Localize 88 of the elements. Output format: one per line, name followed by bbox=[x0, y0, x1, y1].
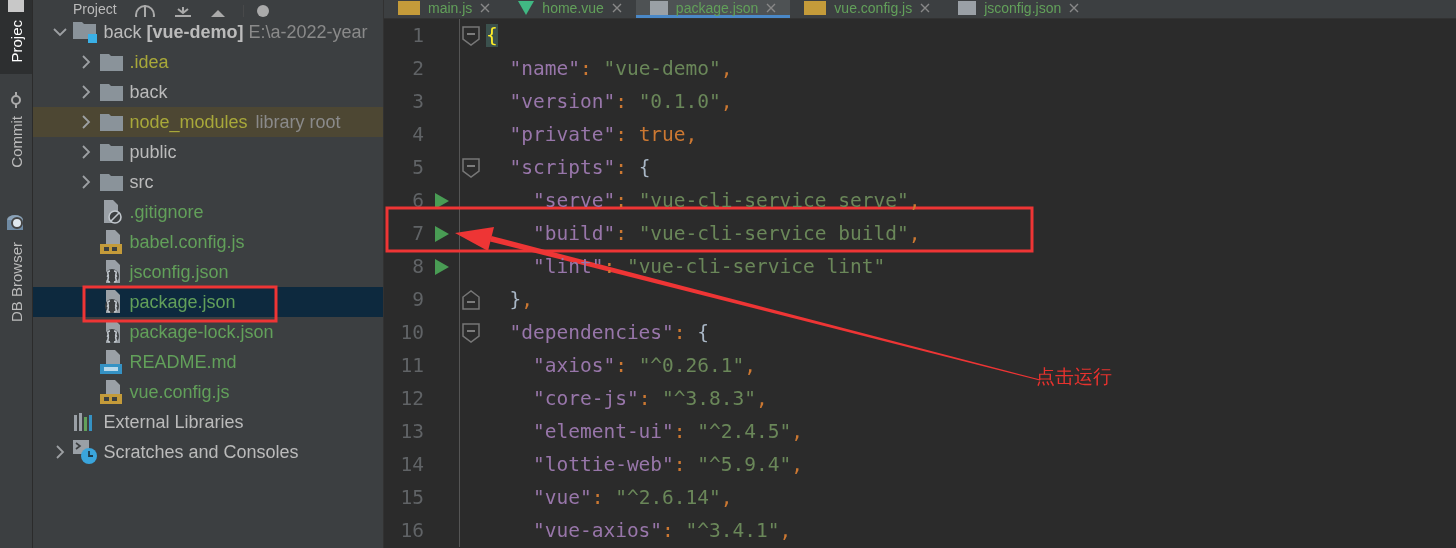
folder-icon bbox=[99, 143, 123, 161]
line-number: 5 bbox=[411, 156, 424, 179]
close-icon[interactable] bbox=[480, 2, 491, 13]
panel-title[interactable]: Project bbox=[73, 1, 117, 17]
editor-tab[interactable]: package.json bbox=[635, 0, 791, 18]
tree-item[interactable]: .gitignore bbox=[33, 197, 383, 227]
chevron-down-icon[interactable] bbox=[53, 27, 68, 37]
editor-tab[interactable]: jsconfig.json bbox=[944, 0, 1094, 18]
line-number: 9 bbox=[411, 288, 424, 311]
line-number: 3 bbox=[411, 90, 424, 113]
fold-icon[interactable] bbox=[462, 289, 480, 310]
collapse-icon[interactable] bbox=[172, 7, 193, 17]
run-icon[interactable] bbox=[435, 258, 449, 275]
run-icon[interactable] bbox=[435, 192, 449, 209]
editor-tab[interactable]: vue.config.js bbox=[790, 0, 945, 18]
editor-tab[interactable]: home.vue bbox=[504, 0, 636, 18]
tool-window-tab[interactable]: Commit bbox=[0, 88, 32, 196]
line-number: 10 bbox=[399, 321, 424, 344]
run-icon[interactable] bbox=[435, 225, 449, 242]
code-line: "axios": "^0.26.1", bbox=[531, 354, 757, 377]
tree-item[interactable]: public bbox=[33, 137, 383, 167]
tool-window-tab[interactable]: DB Browser bbox=[0, 210, 32, 342]
tree-item[interactable]: back bbox=[33, 77, 383, 107]
code-line: "serve": "vue-cli-service serve", bbox=[531, 189, 921, 212]
tree-item[interactable]: Scratches and Consoles bbox=[33, 437, 383, 467]
code-line: "build": "vue-cli-service build", bbox=[531, 222, 921, 245]
close-icon[interactable] bbox=[920, 2, 931, 13]
chevron-right-icon[interactable] bbox=[81, 145, 92, 159]
code-line: "scripts": { bbox=[508, 156, 651, 179]
folder-icon bbox=[99, 83, 123, 101]
folder-icon bbox=[99, 113, 123, 131]
code-line: }, bbox=[508, 288, 533, 311]
tree-item[interactable]: vue.config.js bbox=[33, 377, 383, 407]
line-number: 6 bbox=[411, 189, 424, 212]
line-number: 8 bbox=[411, 255, 424, 278]
vue-file-icon bbox=[518, 0, 535, 15]
line-number: 14 bbox=[399, 453, 424, 476]
chevron-right-icon[interactable] bbox=[81, 55, 92, 69]
editor-tab[interactable]: main.js bbox=[384, 0, 505, 18]
code-line: "lint": "vue-cli-service lint" bbox=[531, 255, 886, 278]
folder-icon bbox=[99, 173, 123, 191]
annotation-label: 点击运行 bbox=[1036, 364, 1112, 389]
tree-item[interactable]: node_modules library root bbox=[33, 107, 383, 137]
close-icon[interactable] bbox=[766, 2, 777, 13]
code-line: "dependencies": { bbox=[508, 321, 710, 344]
code-line: "private": true, bbox=[508, 123, 698, 146]
line-number: 11 bbox=[399, 354, 424, 377]
code-line: "vue": "^2.6.14", bbox=[531, 486, 733, 509]
line-number: 16 bbox=[399, 519, 424, 542]
chevron-right-icon[interactable] bbox=[81, 175, 92, 189]
tree-item[interactable]: back [vue-demo] E:\a-2022-year bbox=[33, 17, 383, 47]
tree-item[interactable]: babel.config.js bbox=[33, 227, 383, 257]
code-line: "name": "vue-demo", bbox=[508, 57, 733, 80]
line-number: 4 bbox=[411, 123, 424, 146]
chevron-right-icon[interactable] bbox=[81, 115, 92, 129]
line-number: 13 bbox=[399, 420, 424, 443]
fold-icon[interactable] bbox=[462, 322, 480, 343]
folder-icon bbox=[99, 53, 123, 71]
code-line: "element-ui": "^2.4.5", bbox=[531, 420, 803, 443]
tree-item[interactable]: README.md bbox=[33, 347, 383, 377]
close-icon[interactable] bbox=[611, 2, 622, 13]
tree-item[interactable]: .idea bbox=[33, 47, 383, 77]
commit-icon bbox=[8, 92, 24, 108]
tree-item[interactable]: src bbox=[33, 167, 383, 197]
scratch-console-icon bbox=[73, 440, 98, 464]
tree-item[interactable]: package-lock.json bbox=[33, 317, 383, 347]
tool-window-tab[interactable]: Projec bbox=[0, 0, 32, 74]
chevron-right-icon[interactable] bbox=[55, 445, 66, 459]
close-icon[interactable] bbox=[1069, 2, 1080, 13]
tree-item[interactable]: External Libraries bbox=[33, 407, 383, 437]
up-arrow-icon[interactable] bbox=[210, 9, 225, 17]
code-line: "version": "0.1.0", bbox=[508, 90, 733, 113]
tree-item[interactable]: package.json bbox=[33, 287, 383, 317]
fold-icon[interactable] bbox=[462, 25, 480, 46]
code-line: "core-js": "^3.8.3", bbox=[531, 387, 768, 410]
line-number: 1 bbox=[411, 24, 424, 47]
module-folder-icon bbox=[73, 21, 98, 43]
line-number: 2 bbox=[411, 57, 424, 80]
chevron-right-icon[interactable] bbox=[81, 85, 92, 99]
code-line: "vue-axios": "^3.4.1", bbox=[531, 519, 792, 542]
line-number: 12 bbox=[399, 387, 424, 410]
folder-icon bbox=[8, 0, 24, 12]
code-line: "lottie-web": "^5.9.4", bbox=[531, 453, 803, 476]
tree-item[interactable]: jsconfig.json bbox=[33, 257, 383, 287]
fold-icon[interactable] bbox=[462, 157, 480, 178]
markdown-file-icon bbox=[100, 350, 123, 374]
line-number: 15 bbox=[399, 486, 424, 509]
line-number: 7 bbox=[411, 222, 424, 245]
